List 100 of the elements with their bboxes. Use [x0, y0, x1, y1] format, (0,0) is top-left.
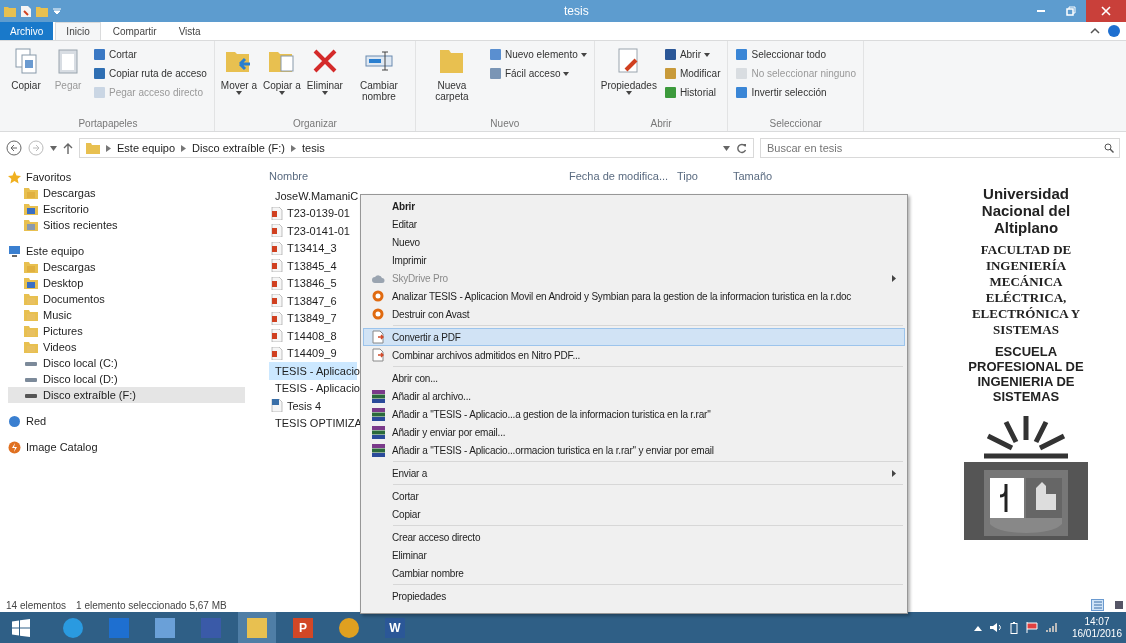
chevron-up-icon[interactable]	[973, 624, 982, 631]
column-header[interactable]: Tamaño	[733, 170, 773, 182]
document-icon[interactable]	[21, 5, 31, 17]
ribbon-button[interactable]: Invertir selección	[732, 84, 859, 101]
ribbon-button[interactable]: Mover a	[218, 44, 259, 118]
sidebar-item[interactable]: Pictures	[8, 323, 245, 339]
sidebar-item[interactable]: Image Catalog	[8, 439, 245, 455]
sidebar-item[interactable]: Descargas	[8, 259, 245, 275]
taskbar-app[interactable]: P	[284, 612, 322, 643]
caret-icon	[580, 52, 587, 57]
caret-icon[interactable]	[723, 145, 730, 151]
ribbon-button[interactable]: Seleccionar todo	[732, 46, 859, 63]
file-row[interactable]: T13414_3	[269, 239, 357, 257]
chevron-up-icon[interactable]	[1090, 27, 1100, 35]
speaker-icon[interactable]	[989, 622, 1002, 633]
menu-item[interactable]: Cambiar nombre	[363, 564, 905, 582]
menu-item[interactable]: Abrir con...	[363, 369, 905, 387]
breadcrumb[interactable]: Disco extraíble (F:)	[192, 142, 286, 154]
file-row[interactable]: T14408_8	[269, 327, 357, 345]
flag-icon[interactable]	[1025, 622, 1038, 633]
ribbon-button[interactable]: Nueva carpeta	[419, 44, 484, 118]
menu-item[interactable]: Abrir	[363, 197, 905, 215]
menu-item[interactable]: Eliminar	[363, 546, 905, 564]
menu-item[interactable]: Imprimir	[363, 251, 905, 269]
ribbon-button[interactable]: Cortar	[90, 46, 210, 63]
lightning-icon	[8, 440, 21, 454]
ribbon-button[interactable]: Eliminar	[304, 44, 345, 118]
sidebar-item[interactable]: Descargas	[8, 185, 245, 201]
ribbon-button[interactable]: Copiar	[6, 44, 46, 118]
menu-item[interactable]: Cortar	[363, 487, 905, 505]
search-field[interactable]: Buscar en tesis	[760, 138, 1120, 158]
menu-item[interactable]: Enviar a	[363, 464, 905, 482]
sidebar-item[interactable]: Music	[8, 307, 245, 323]
folder-icon	[24, 277, 38, 289]
file-row[interactable]: T14409_9	[269, 344, 357, 362]
menu-item[interactable]: Copiar	[363, 505, 905, 523]
file-row[interactable]: T13847_6	[269, 292, 357, 310]
menu-item[interactable]: Añadir a "TESIS - Aplicacio...a gestion de la informacion turistica en la r.rar"	[363, 405, 905, 423]
file-row[interactable]: T13845_4	[269, 257, 357, 275]
ribbon-tab[interactable]: Archivo	[0, 22, 54, 40]
address-bar[interactable]: Este equipo Disco extraíble (F:) tesis	[79, 138, 754, 158]
thumbnail-view-icon[interactable]	[1114, 599, 1124, 611]
help-icon[interactable]	[1108, 25, 1120, 37]
forward-icon[interactable]	[28, 140, 44, 156]
menu-item[interactable]: Añadir al archivo...	[363, 387, 905, 405]
sidebar-item[interactable]: Documentos	[8, 291, 245, 307]
close-button[interactable]	[1086, 0, 1126, 22]
taskbar-app[interactable]	[238, 612, 276, 643]
details-view-icon[interactable]	[1091, 599, 1104, 611]
file-row[interactable]: JoseW.MamaniC	[269, 187, 357, 205]
sidebar-item[interactable]: Escritorio	[8, 201, 245, 217]
ribbon-button[interactable]: Propiedades	[598, 44, 659, 118]
ribbon-button[interactable]: Modificar	[660, 65, 724, 82]
menu-item[interactable]: Nuevo	[363, 233, 905, 251]
file-row[interactable]: T23-0139-01	[269, 204, 357, 222]
menu-item[interactable]: Analizar TESIS - Aplicacion Movil en Android y Symbian para la gestion de la informacion turistica en la r.doc	[363, 287, 905, 305]
menu-item[interactable]: Convertir a PDF	[363, 328, 905, 346]
file-row[interactable]: T13846_5	[269, 274, 357, 292]
sidebar-item[interactable]: Videos	[8, 339, 245, 355]
windows-logo-icon[interactable]	[12, 618, 30, 637]
menu-item[interactable]: Propiedades	[363, 587, 905, 605]
clock[interactable]: 14:07 16/01/2016	[1071, 615, 1122, 640]
column-header[interactable]: Tipo	[669, 170, 733, 182]
menu-item[interactable]: Añadir y enviar por email...	[363, 423, 905, 441]
sidebar-item[interactable]: Disco local (D:)	[8, 371, 245, 387]
menu-item[interactable]: Destruir con Avast	[363, 305, 905, 323]
sidebar-item[interactable]: Red	[8, 413, 245, 429]
sidebar-item[interactable]: Disco local (C:)	[8, 355, 245, 371]
file-row[interactable]: Tesis 4	[269, 397, 357, 415]
breadcrumb[interactable]: Este equipo	[117, 142, 176, 154]
sidebar-item[interactable]: Favoritos	[8, 169, 245, 185]
caret-icon[interactable]	[50, 145, 57, 151]
column-header[interactable]: Nombre	[269, 170, 569, 182]
ribbon-tab[interactable]: Inicio	[55, 22, 101, 40]
dropdown-icon[interactable]	[53, 8, 61, 14]
refresh-icon[interactable]	[736, 142, 747, 154]
ribbon-button[interactable]: Fácil acceso	[485, 65, 590, 82]
menu-item[interactable]: Editar	[363, 215, 905, 233]
sidebar-item[interactable]: Este equipo	[8, 243, 245, 259]
ribbon-button[interactable]: Cambiar nombre	[346, 44, 411, 118]
battery-icon[interactable]	[1009, 621, 1018, 634]
menu-item[interactable]: Crear acceso directo	[363, 528, 905, 546]
file-row[interactable]: T23-0141-01	[269, 222, 357, 240]
ribbon-button[interactable]: Historial	[660, 84, 724, 101]
menu-item[interactable]: Combinar archivos admitidos en Nitro PDF...	[363, 346, 905, 364]
up-arrow-icon[interactable]	[63, 142, 73, 154]
ribbon-button[interactable]: Copiar ruta de acceso	[90, 65, 210, 82]
ribbon-button[interactable]: Abrir	[660, 46, 724, 63]
sidebar-item[interactable]: Desktop	[8, 275, 245, 291]
sidebar-item[interactable]: Sitios recientes	[8, 217, 245, 233]
ribbon-button[interactable]: Copiar a	[260, 44, 303, 118]
column-header[interactable]: Fecha de modifica...	[569, 170, 669, 182]
back-icon[interactable]	[6, 140, 22, 156]
menu-item[interactable]: Añadir a "TESIS - Aplicacio...ormacion turistica en la r.rar" y enviar por email	[363, 441, 905, 459]
sidebar-item[interactable]: Disco extraíble (F:)	[8, 387, 245, 403]
ribbon-button[interactable]: Nuevo elemento	[485, 46, 590, 63]
breadcrumb[interactable]: tesis	[302, 142, 325, 154]
taskbar-app[interactable]: W	[376, 612, 414, 643]
signal-icon[interactable]	[1045, 622, 1058, 633]
file-row[interactable]: T13849_7	[269, 309, 357, 327]
